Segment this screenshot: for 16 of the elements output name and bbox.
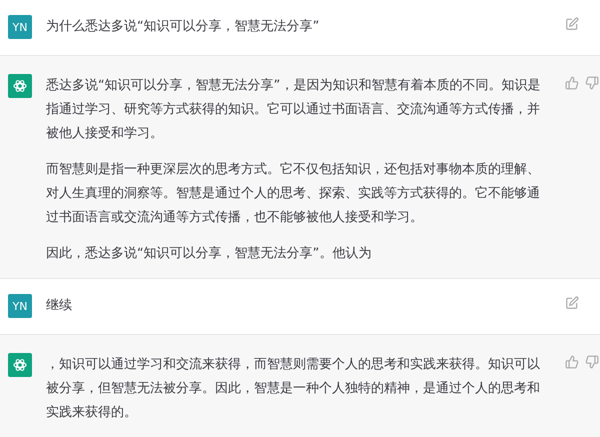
thumbs-up-icon[interactable] — [565, 76, 579, 90]
message-text: 继续 — [46, 297, 73, 315]
message-text: 悉达多说“知识可以分享，智慧无法分享”，是因为知识和智慧有着本质的不同。知识是指通过学习、研究等方式获得的知识。它可以通过书面语言、交流沟通等方式传播，并被他人接受和学习。 — [46, 77, 542, 143]
edit-icon[interactable] — [565, 17, 579, 31]
message-text: 为什么悉达多说“知识可以分享，智慧无法分享” — [46, 18, 320, 36]
message-text: ，知识可以通过学习和交流来获得，而智慧则需要个人的思考和实践来获得。知识可以被分享，但智慧无法被分享。因此，智慧是一种个人独特的精神，是通过个人的思考和实践来获得的。 — [46, 356, 541, 422]
thumbs-up-icon[interactable] — [565, 355, 579, 369]
user-avatar: YN — [8, 15, 32, 39]
user-avatar: YN — [8, 294, 32, 318]
message-text: 而智慧则是指一种更深层次的思考方式。它不仅包括知识，还包括对事物本质的理解、对人生真理的洞察等。智慧是通过个人的思考、探索、实践等方式获得的。它不能够通过书面语言或交流沟通等方式传播，也不能够被他人接受和学习。 — [46, 161, 541, 227]
message-text: 因此，悉达多说“知识可以分享，智慧无法分享”。他认为 — [46, 245, 372, 263]
edit-icon[interactable] — [565, 296, 579, 310]
logo-icon — [12, 357, 28, 373]
thumbs-down-icon[interactable] — [585, 355, 599, 369]
thumbs-down-icon[interactable] — [585, 76, 599, 90]
logo-icon — [12, 78, 28, 94]
